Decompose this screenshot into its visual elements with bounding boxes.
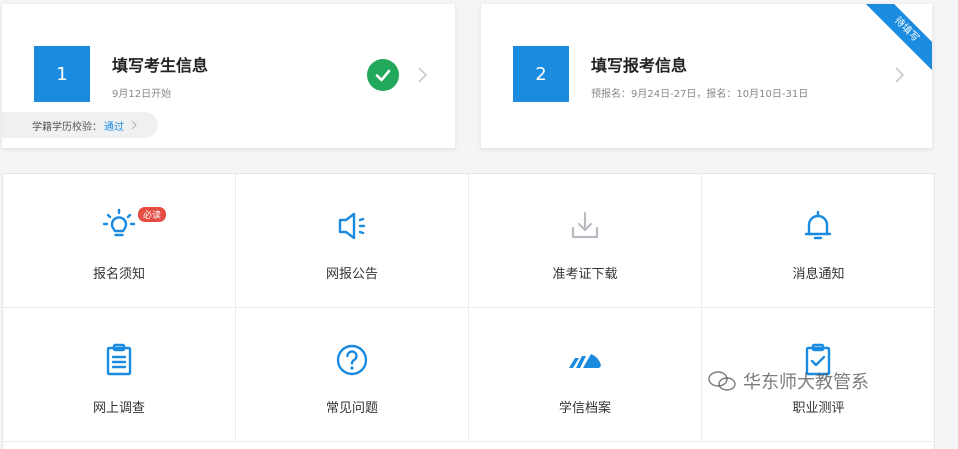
pending-ribbon: 待填写 — [863, 4, 932, 73]
step-title-2: 填写报考信息 — [591, 56, 688, 75]
grid-item-label: 网报公告 — [325, 267, 378, 282]
chsi-logo-icon — [569, 354, 601, 368]
step-subtitle-1: 9月12日开始 — [112, 89, 172, 100]
grid-item-messages[interactable]: 消息通知 — [702, 174, 935, 308]
wechat-icon — [708, 371, 736, 391]
download-icon — [571, 211, 599, 239]
grid-item-notice[interactable]: 必读 报名须知 — [3, 174, 236, 308]
chevron-right-icon[interactable] — [412, 65, 432, 85]
grid-item-label: 常见问题 — [325, 401, 378, 416]
grid-item-announcement[interactable]: 网报公告 — [236, 174, 469, 308]
verify-label: 学籍学历校验： — [32, 121, 102, 133]
grid-item-faq[interactable]: 常见问题 — [236, 308, 469, 442]
wechat-watermark: 华东师大教管系 — [707, 368, 869, 394]
grid-item-label: 网上调查 — [92, 401, 145, 416]
step-card-2[interactable]: 待填写 2 填写报考信息 预报名：9月24日-27日，报名：10月10日-31日 — [481, 4, 932, 148]
lightbulb-icon — [102, 208, 136, 237]
step-number-1: 1 — [34, 46, 90, 102]
grid-item-label: 报名须知 — [92, 267, 145, 282]
question-icon — [336, 344, 368, 376]
watermark-text: 华东师大教管系 — [743, 372, 869, 393]
grid-item-chsi-archive[interactable]: 学信档案 — [469, 308, 702, 442]
clipboard-icon — [106, 343, 132, 376]
grid-item-survey[interactable]: 网上调查 — [3, 308, 236, 442]
step-number-2: 2 — [513, 46, 569, 102]
grid-item-admission-ticket[interactable]: 准考证下载 — [469, 174, 702, 308]
verify-status-pill[interactable]: 学籍学历校验： 通过 — [2, 112, 158, 138]
feature-grid: 必读 报名须知 网报公告 准考证下载 消息通知 网上调查 常见问题 学信档案 职… — [2, 173, 935, 449]
check-circle-icon — [367, 59, 399, 91]
step-subtitle-2: 预报名：9月24日-27日，报名：10月10日-31日 — [591, 89, 809, 100]
bell-icon — [804, 210, 832, 240]
chevron-right-icon — [131, 120, 137, 130]
chevron-right-icon[interactable] — [889, 65, 909, 85]
megaphone-icon — [338, 212, 366, 240]
grid-item-label: 消息通知 — [792, 267, 845, 282]
step-card-1[interactable]: 1 填写考生信息 9月12日开始 学籍学历校验： 通过 — [2, 4, 455, 148]
grid-item-label: 学信档案 — [558, 401, 611, 416]
verify-status: 通过 — [104, 121, 124, 133]
must-read-badge: 必读 — [138, 207, 167, 222]
step-title-1: 填写考生信息 — [112, 56, 209, 75]
grid-item-label: 职业测评 — [792, 401, 845, 416]
grid-item-label: 准考证下载 — [552, 267, 618, 282]
